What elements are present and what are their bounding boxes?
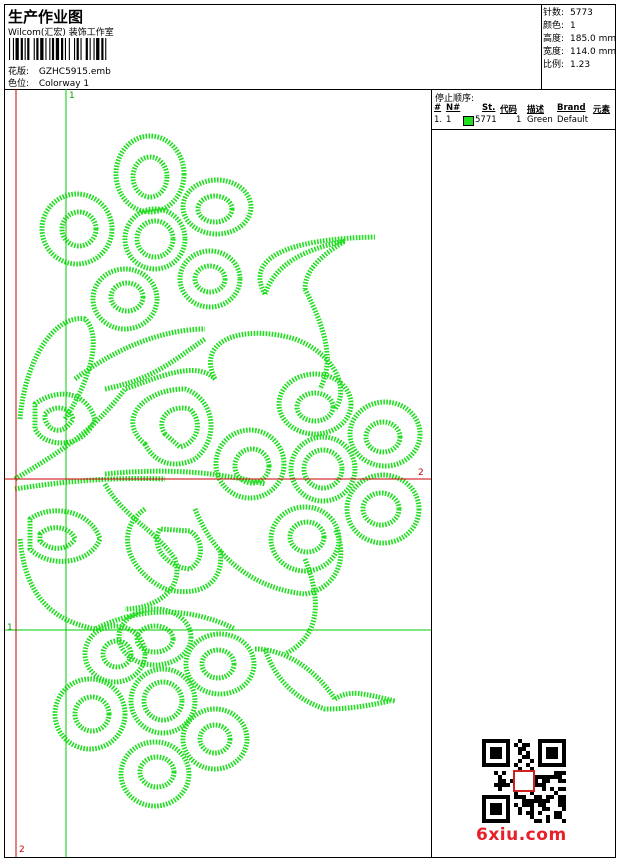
design-stats: 针数: 5773 颜色: 1 高度: 185.0 mm 宽度: 114.0 mm 比例:… [543,7,617,72]
col-description: 描述 [527,105,545,115]
stat-height: 高度: 185.0 mm [543,34,617,44]
row-brand: Default [557,115,589,125]
flower-top [39,133,254,332]
leaf-scrolls [13,234,396,712]
page-title: 生产作业图 [8,8,84,26]
row-description: Green [527,115,553,125]
embroidery-design [5,89,431,857]
guide-label-v1: 1 [69,91,75,101]
barcode [9,38,107,60]
colorway-row: 色位: Colorway 1 [8,76,89,89]
guide-label-h1: 1 [7,623,13,633]
colorway-label: 色位: [8,79,30,89]
col-brand: Brand [557,103,586,113]
col-element: 元素 [593,105,611,115]
stop-sequence-row: 1. 1 5771 1 Green Default [432,115,615,127]
row-stitches: 5771 [475,115,497,125]
guide-label-h2: 2 [418,468,424,478]
watermark-logo: 6xiu.com [476,825,567,845]
flower-middle [213,371,423,574]
row-color-swatch [463,116,474,127]
colorway-value: Colorway 1 [38,79,90,89]
header-left: 生产作业图 Wilcom(汇宏) 装饰工作室 花版: GZHC5915.emb … [5,5,542,89]
company-name: Wilcom(汇宏) 装饰工作室 [8,28,114,38]
embroidery-canvas: 1 2 1 2 [5,89,432,857]
stop-sequence-panel: 停止顺序: # N# St. 代码 描述 Brand 元素 1. 1 5771 … [432,89,615,857]
col-needle: N# [446,103,461,113]
stat-colors: 颜色: 1 [543,21,576,31]
production-sheet: 生产作业图 Wilcom(汇宏) 装饰工作室 花版: GZHC5915.emb … [4,4,616,858]
qr-code [482,739,566,823]
table-divider [432,129,615,130]
flower-bottom [52,606,257,809]
guide-label-v2: 2 [19,845,25,855]
stat-stitches: 针数: 5773 [543,8,593,18]
col-code: 代码 [500,105,518,115]
stop-sequence-header: # N# St. 代码 描述 Brand 元素 [432,103,615,115]
stat-width: 宽度: 114.0 mm [543,47,617,57]
col-index: # [434,103,442,113]
stat-scale: 比例: 1.23 [543,60,591,70]
row-index: 1. [434,115,443,125]
col-stitches: St. [482,103,496,113]
row-code: 1 [516,115,522,125]
row-needle: 1 [446,115,452,125]
sheet-header: 生产作业图 Wilcom(汇宏) 装饰工作室 花版: GZHC5915.emb … [5,5,617,90]
